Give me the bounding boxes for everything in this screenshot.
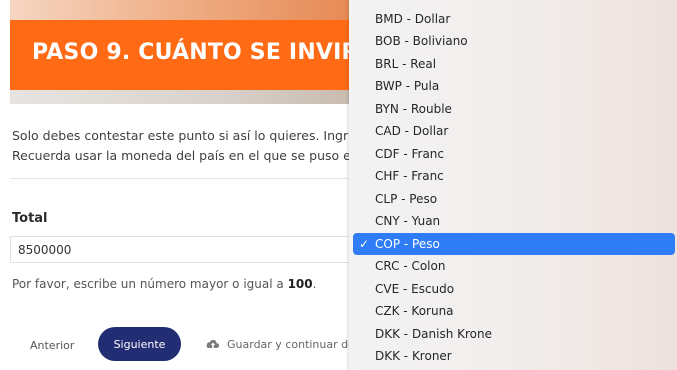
- currency-option-label: CDF - Franc: [375, 146, 444, 161]
- currency-option-clipped[interactable]: [349, 0, 677, 8]
- total-label: Total: [12, 211, 48, 226]
- currency-option[interactable]: BMD - Dollar: [349, 8, 677, 31]
- currency-option[interactable]: BRL - Real: [349, 53, 677, 76]
- section-divider: [10, 178, 350, 179]
- currency-option-label: CAD - Dollar: [375, 124, 449, 138]
- next-button[interactable]: Siguiente: [98, 327, 181, 361]
- checkmark-icon: ✓: [359, 236, 370, 251]
- currency-option[interactable]: CHF - Franc: [349, 165, 677, 188]
- currency-option-label: COP - Peso: [375, 236, 440, 251]
- instructions-text: Solo debes contestar este punto si así l…: [12, 126, 352, 166]
- currency-option[interactable]: CAD - Dollar: [349, 120, 677, 143]
- currency-option[interactable]: DKK - Kroner: [349, 345, 677, 368]
- currency-option-label: BYN - Rouble: [375, 101, 452, 116]
- hint-minimum: 100: [287, 277, 313, 291]
- banner-photo-top: [10, 0, 350, 22]
- currency-option-label: CHF - Franc: [375, 169, 444, 183]
- currency-option-label: CZK - Koruna: [375, 304, 454, 318]
- cloud-upload-icon: [205, 337, 221, 351]
- currency-option[interactable]: CZK - Koruna: [349, 300, 677, 323]
- currency-dropdown[interactable]: BMD - Dollar BOB - Boliviano BRL - Real BWP…: [349, 0, 677, 370]
- currency-option[interactable]: BYN - Rouble: [349, 98, 677, 121]
- instructions-line-2: Recuerda usar la moneda del país en el q…: [12, 148, 351, 163]
- currency-option-selected[interactable]: ✓ COP - Peso: [353, 232, 675, 255]
- currency-option-label: BRL - Real: [375, 56, 437, 71]
- currency-option-label: CNY - Yuan: [375, 214, 441, 228]
- currency-option-label: BWP - Pula: [375, 79, 440, 93]
- currency-option[interactable]: CLP - Peso: [349, 188, 677, 211]
- currency-option[interactable]: BWP - Pula: [349, 75, 677, 98]
- currency-option[interactable]: DKK - Danish Krone: [349, 323, 677, 346]
- hint-prefix: Por favor, escribe un número mayor o igu…: [12, 277, 288, 291]
- survey-page: PASO 9. CUÁNTO SE INVIRTIC Solo debes co…: [0, 0, 677, 370]
- total-input[interactable]: [10, 236, 350, 263]
- hint-suffix: .: [312, 277, 317, 291]
- banner-photo-bottom: [10, 90, 350, 104]
- currency-option-label: CVE - Escudo: [375, 281, 455, 296]
- validation-hint: Por favor, escribe un número mayor o igu…: [12, 277, 316, 291]
- currency-option[interactable]: CNY - Yuan: [349, 210, 677, 233]
- currency-option-label: BMD - Dollar: [375, 11, 451, 26]
- currency-option[interactable]: BOB - Boliviano: [349, 30, 677, 53]
- save-and-continue-link[interactable]: Guardar y continuar de: [205, 337, 355, 351]
- currency-option-label: CRC - Colon: [375, 259, 446, 273]
- currency-option-label: CLP - Peso: [375, 191, 438, 206]
- step-title: PASO 9. CUÁNTO SE INVIRTIC: [32, 40, 350, 65]
- currency-options-list: BMD - Dollar BOB - Boliviano BRL - Real BWP…: [349, 0, 677, 368]
- instructions-line-1: Solo debes contestar este punto si así l…: [12, 128, 349, 143]
- step-banner: PASO 9. CUÁNTO SE INVIRTIC: [10, 0, 350, 104]
- currency-option-label: DKK - Kroner: [375, 349, 452, 363]
- currency-option[interactable]: CDF - Franc: [349, 143, 677, 166]
- currency-option[interactable]: CRC - Colon: [349, 255, 677, 278]
- previous-button[interactable]: Anterior: [20, 331, 84, 361]
- currency-option[interactable]: CVE - Escudo: [349, 278, 677, 301]
- currency-option-label: BOB - Boliviano: [375, 34, 468, 48]
- save-and-continue-label: Guardar y continuar de: [227, 337, 355, 351]
- currency-option-label: DKK - Danish Krone: [375, 326, 493, 341]
